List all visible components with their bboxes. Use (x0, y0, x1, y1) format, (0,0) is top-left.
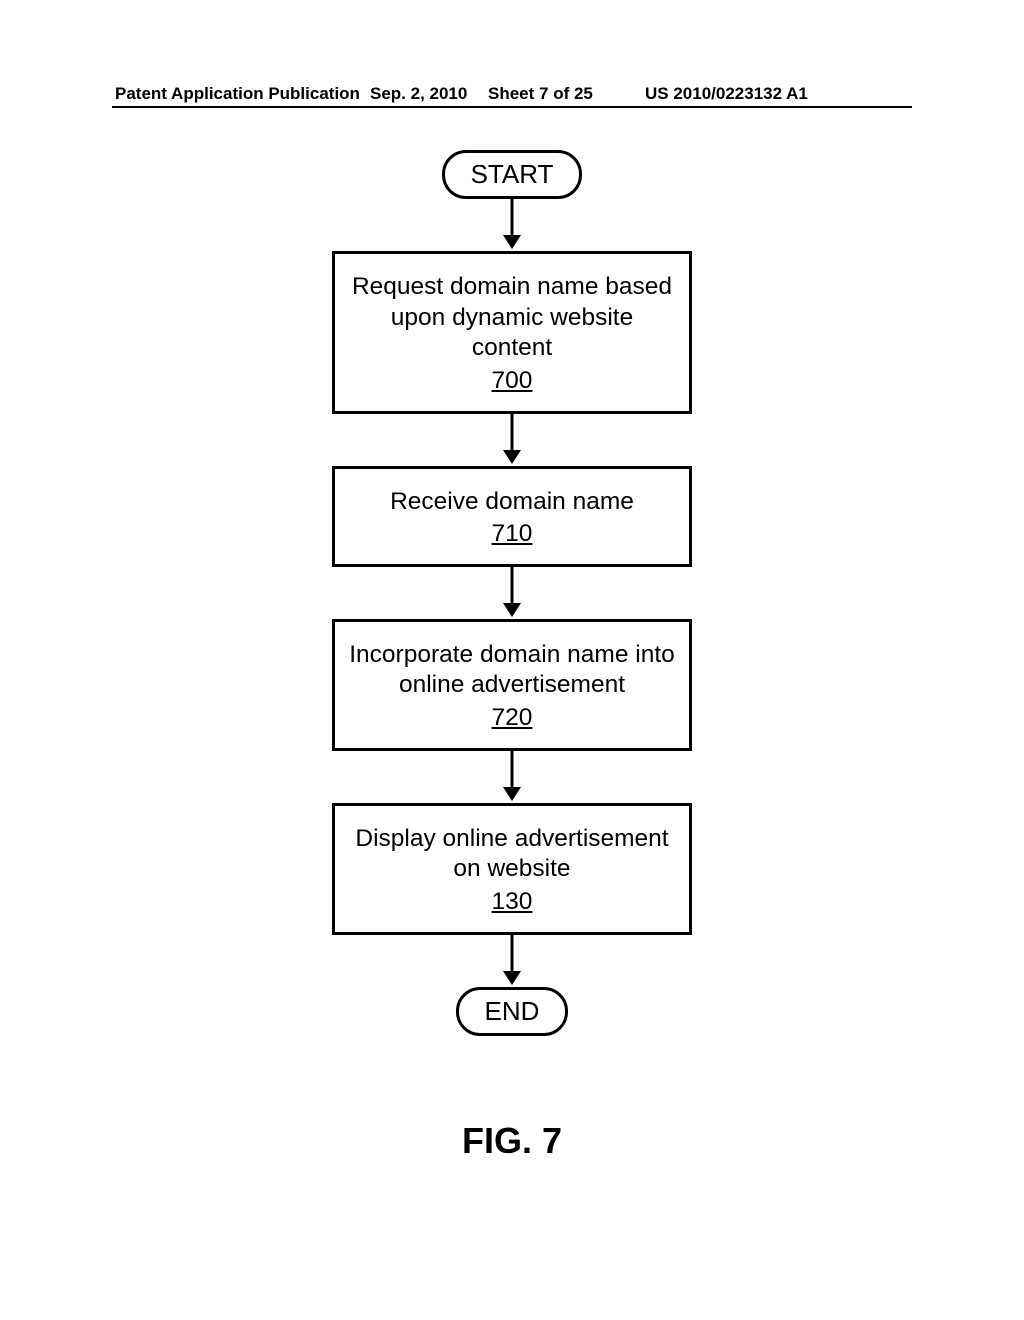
flow-step-text: Request domain name based upon dynamic w… (352, 273, 672, 361)
flow-step-number: 700 (492, 366, 533, 397)
flow-step-130: Display online advertisement on website … (332, 803, 692, 935)
flow-arrow (500, 199, 524, 251)
flow-end-label: END (485, 996, 540, 1026)
flow-step-number: 130 (492, 887, 533, 918)
arrow-down-icon (500, 414, 524, 466)
flow-step-700: Request domain name based upon dynamic w… (332, 251, 692, 414)
flow-arrow (500, 751, 524, 803)
flow-step-710: Receive domain name 710 (332, 466, 692, 567)
flow-start-terminator: START (442, 150, 583, 199)
header-date: Sep. 2, 2010 (370, 84, 467, 104)
header-divider (112, 106, 912, 108)
arrow-down-icon (500, 199, 524, 251)
figure-label: FIG. 7 (0, 1120, 1024, 1162)
header-sheet: Sheet 7 of 25 (488, 84, 593, 104)
flow-step-text: Incorporate domain name into online adve… (349, 641, 675, 699)
flow-step-text: Display online advertisement on website (355, 825, 668, 883)
flow-step-text: Receive domain name (390, 488, 634, 515)
flow-arrow (500, 567, 524, 619)
header-publication-no: US 2010/0223132 A1 (645, 84, 808, 104)
flow-arrow (500, 935, 524, 987)
flow-step-720: Incorporate domain name into online adve… (332, 619, 692, 751)
header-publication-type: Patent Application Publication (115, 84, 360, 104)
arrow-down-icon (500, 935, 524, 987)
flow-step-number: 710 (492, 519, 533, 550)
arrow-down-icon (500, 567, 524, 619)
flow-step-number: 720 (492, 703, 533, 734)
flow-arrow (500, 414, 524, 466)
flowchart: START Request domain name based upon dyn… (0, 150, 1024, 1036)
arrow-down-icon (500, 751, 524, 803)
flow-end-terminator: END (456, 987, 569, 1036)
flow-start-label: START (471, 159, 554, 189)
